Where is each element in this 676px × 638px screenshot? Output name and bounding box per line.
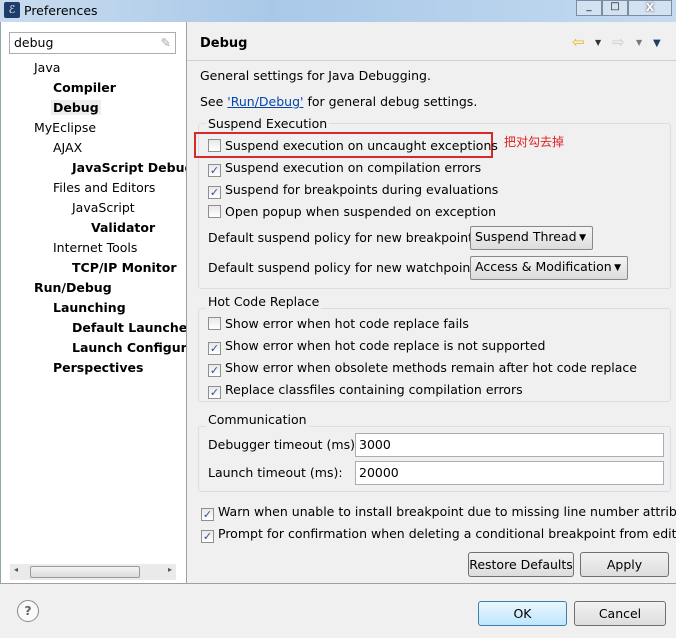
checkbox-label: Prompt for confirmation when deleting a … bbox=[218, 526, 676, 541]
clear-icon[interactable]: ✎ bbox=[161, 35, 171, 50]
checkbox-checked[interactable]: ✓ bbox=[208, 186, 221, 199]
tree-item[interactable]: Compiler bbox=[53, 80, 116, 95]
tree-item[interactable]: Default Launchers bbox=[72, 320, 186, 335]
tree-item[interactable]: Internet Tools bbox=[53, 240, 137, 255]
forward-icon[interactable]: ⇨ bbox=[612, 33, 625, 51]
filter-input[interactable]: debug ✎ bbox=[9, 32, 176, 54]
tree-item[interactable]: AJAX bbox=[53, 140, 82, 155]
breakpoint-policy-select[interactable]: Suspend Thread ▼ bbox=[470, 226, 593, 250]
maximize-button[interactable]: □ bbox=[602, 0, 628, 16]
apply-button[interactable]: Apply bbox=[580, 552, 669, 577]
checkbox-checked[interactable]: ✓ bbox=[208, 164, 221, 177]
checkbox-checked[interactable]: ✓ bbox=[201, 508, 214, 521]
checkbox-label: Show error when obsolete methods remain … bbox=[225, 360, 637, 375]
tree-item[interactable]: Perspectives bbox=[53, 360, 143, 375]
suspend-option-2[interactable]: ✓ Suspend for breakpoints during evaluati… bbox=[208, 182, 498, 199]
checkbox-unchecked[interactable] bbox=[208, 317, 221, 330]
tree-item[interactable]: Java bbox=[34, 60, 60, 75]
see-prefix: See bbox=[200, 94, 228, 109]
tree-item[interactable]: Launch Configurations bbox=[72, 340, 186, 355]
checkbox-label: Open popup when suspended on exception bbox=[225, 204, 497, 219]
watchpoint-policy-select[interactable]: Access & Modification ▼ bbox=[470, 256, 628, 280]
hcr-option-3[interactable]: ✓ Replace classfiles containing compilati… bbox=[208, 382, 523, 399]
extra-option-1[interactable]: ✓ Prompt for confirmation when deleting a… bbox=[201, 526, 676, 543]
back-icon[interactable]: ⇦ bbox=[572, 33, 585, 51]
scrollbar-thumb[interactable] bbox=[30, 566, 140, 578]
checkbox-label: Replace classfiles containing compilatio… bbox=[225, 382, 523, 397]
tree-item[interactable]: TCP/IP Monitor bbox=[72, 260, 177, 275]
checkbox-label: Show error when hot code replace is not … bbox=[225, 338, 546, 353]
tree-item[interactable]: Launching bbox=[53, 300, 126, 315]
communication-label: Communication bbox=[206, 412, 309, 427]
minimize-button[interactable]: _ bbox=[576, 0, 602, 16]
watchpoint-policy-label: Default suspend policy for new watchpoin… bbox=[208, 260, 486, 275]
tree-item[interactable]: Files and Editors bbox=[53, 180, 155, 195]
tree-item[interactable]: Run/Debug bbox=[34, 280, 112, 295]
checkbox-label: Show error when hot code replace fails bbox=[225, 316, 469, 331]
forward-menu-icon[interactable]: ▼ bbox=[636, 38, 642, 47]
checkbox-unchecked[interactable] bbox=[208, 139, 221, 152]
title-bar: ℰ Preferences _ □ X bbox=[0, 0, 676, 22]
suspend-option-1[interactable]: ✓ Suspend execution on compilation errors bbox=[208, 160, 481, 177]
see-suffix: for general debug settings. bbox=[303, 94, 478, 109]
checkbox-checked[interactable]: ✓ bbox=[208, 364, 221, 377]
ok-button[interactable]: OK bbox=[478, 601, 567, 626]
help-icon[interactable]: ? bbox=[17, 600, 39, 622]
checkbox-checked[interactable]: ✓ bbox=[208, 342, 221, 355]
breakpoint-policy-label: Default suspend policy for new breakpoin… bbox=[208, 230, 484, 245]
annotation-text: 把对勾去掉 bbox=[504, 135, 565, 149]
hot-code-replace-label: Hot Code Replace bbox=[206, 294, 322, 309]
window-title: Preferences bbox=[24, 3, 98, 18]
checkbox-label: Suspend execution on compilation errors bbox=[225, 160, 482, 175]
checkbox-label: Warn when unable to install breakpoint d… bbox=[218, 504, 676, 519]
hcr-option-2[interactable]: ✓ Show error when obsolete methods remain… bbox=[208, 360, 637, 377]
checkbox-unchecked[interactable] bbox=[208, 205, 221, 218]
page-title: Debug bbox=[200, 36, 248, 51]
debugger-timeout-label: Debugger timeout (ms): bbox=[208, 437, 360, 452]
view-menu-icon[interactable]: ▼ bbox=[653, 38, 661, 49]
preference-tree: Java Compiler Debug MyEclipse AJAX JavaScript… bbox=[0, 60, 186, 380]
tree-item[interactable]: JavaScript Debug bbox=[72, 160, 186, 175]
launch-timeout-label: Launch timeout (ms): bbox=[208, 465, 343, 480]
footer-separator bbox=[0, 583, 676, 584]
header-separator bbox=[187, 60, 676, 61]
checkbox-checked[interactable]: ✓ bbox=[208, 386, 221, 399]
close-button[interactable]: X bbox=[628, 0, 672, 16]
hcr-option-1[interactable]: ✓ Show error when hot code replace is not… bbox=[208, 338, 545, 355]
app-icon: ℰ bbox=[4, 2, 20, 18]
cancel-button[interactable]: Cancel bbox=[574, 601, 666, 626]
suspend-execution-label: Suspend Execution bbox=[206, 116, 330, 131]
tree-item[interactable]: MyEclipse bbox=[34, 120, 96, 135]
launch-timeout-input[interactable]: 20000 bbox=[355, 461, 664, 485]
checkbox-label: Suspend execution on uncaught exceptions bbox=[225, 138, 498, 153]
extra-option-0[interactable]: ✓ Warn when unable to install breakpoint … bbox=[201, 504, 676, 521]
see-run-debug-text: See 'Run/Debug' for general debug settin… bbox=[200, 94, 477, 109]
suspend-option-3[interactable]: Open popup when suspended on exception bbox=[208, 204, 496, 219]
checkbox-label: Suspend for breakpoints during evaluatio… bbox=[225, 182, 499, 197]
checkbox-checked[interactable]: ✓ bbox=[201, 530, 214, 543]
page-description: General settings for Java Debugging. bbox=[200, 68, 431, 83]
run-debug-link[interactable]: 'Run/Debug' bbox=[227, 94, 303, 109]
restore-defaults-button[interactable]: Restore Defaults bbox=[468, 552, 574, 577]
tree-item[interactable]: JavaScript bbox=[72, 200, 135, 215]
hcr-option-0[interactable]: Show error when hot code replace fails bbox=[208, 316, 469, 331]
debugger-timeout-input[interactable]: 3000 bbox=[355, 433, 664, 457]
horizontal-scrollbar[interactable]: ◂ ▸ bbox=[10, 564, 176, 580]
back-menu-icon[interactable]: ▼ bbox=[595, 38, 601, 47]
suspend-option-0[interactable]: Suspend execution on uncaught exceptions bbox=[208, 138, 498, 153]
tree-item[interactable]: Validator bbox=[91, 220, 155, 235]
tree-item[interactable]: Debug bbox=[51, 100, 101, 115]
